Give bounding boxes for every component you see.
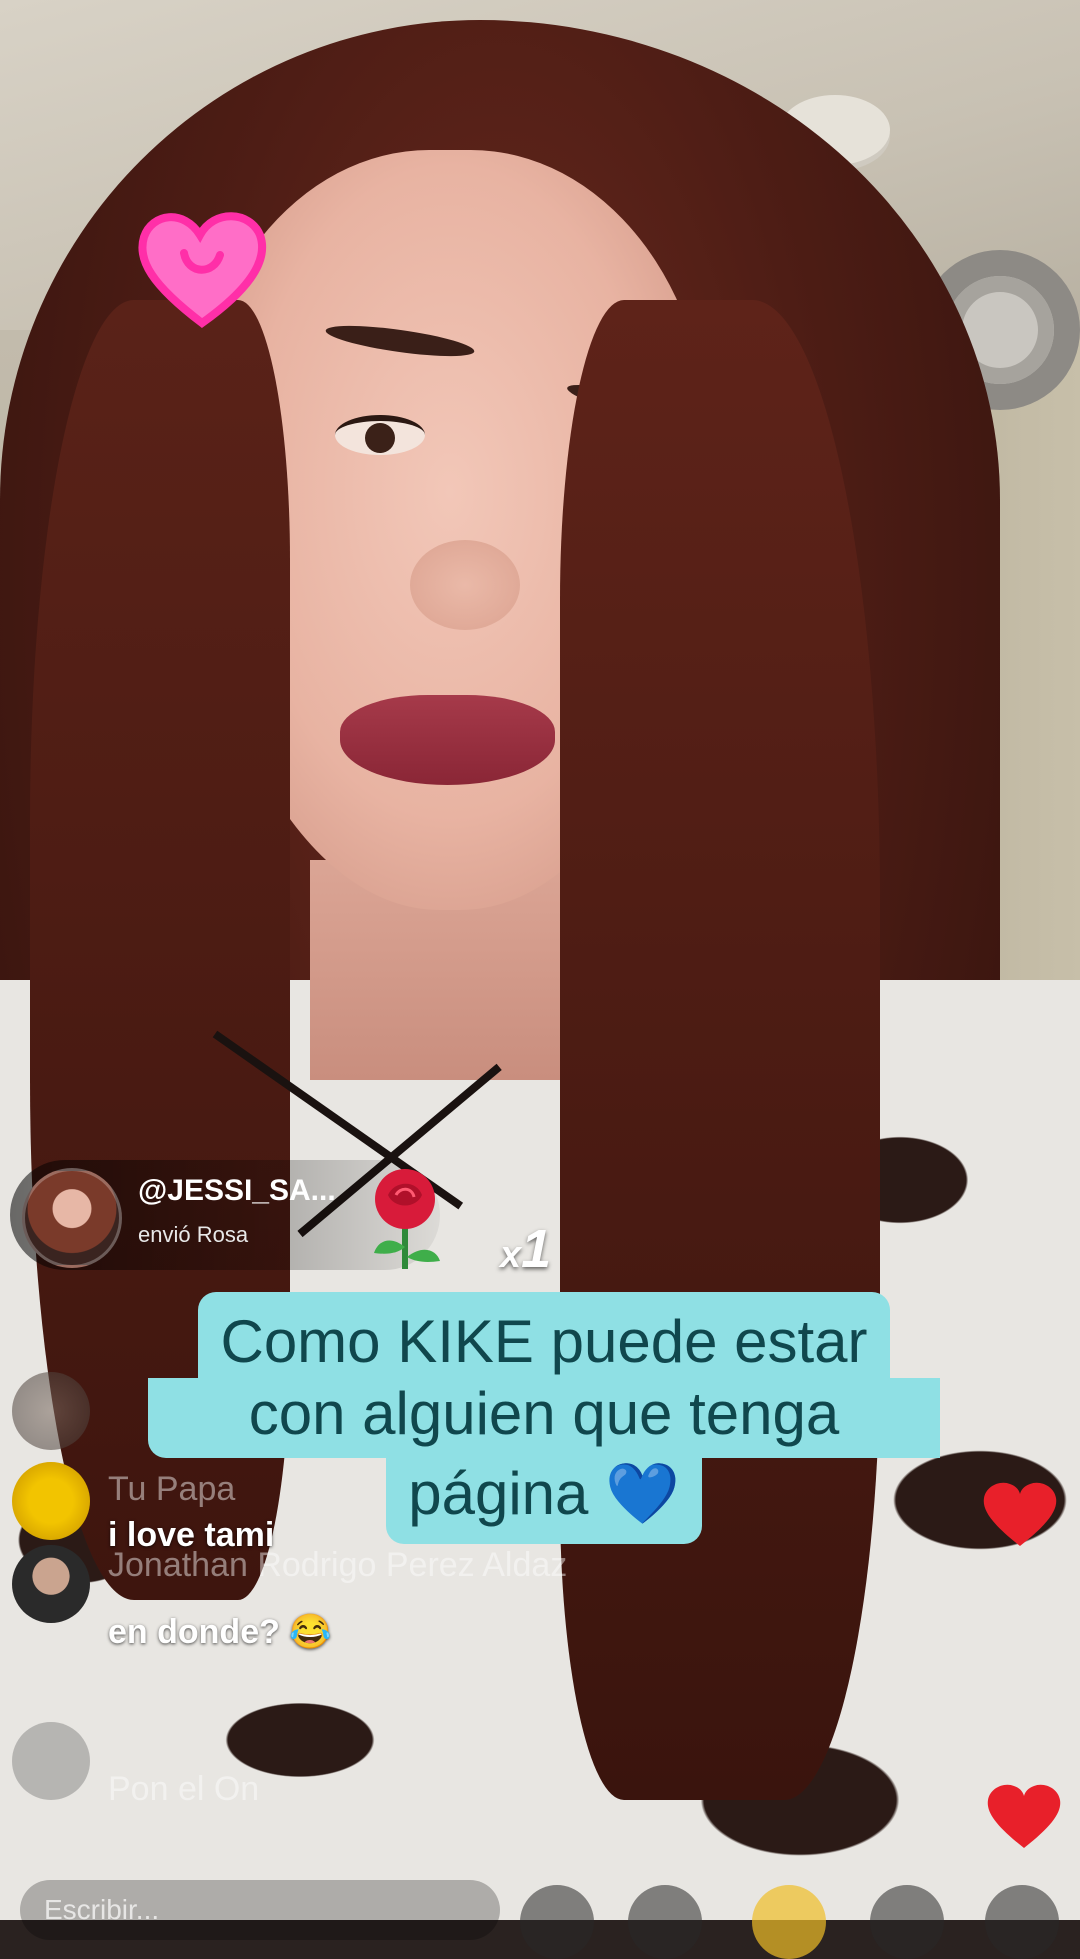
reaction-button-icon[interactable] — [752, 1885, 826, 1959]
caption-line-3: página 💙 — [386, 1458, 702, 1544]
rose-gift-icon — [374, 1169, 440, 1269]
floating-heart-icon — [983, 1482, 1057, 1546]
left-eye — [335, 415, 425, 455]
commenter-avatar[interactable] — [12, 1462, 90, 1540]
gift-action-text: envió Rosa — [138, 1222, 249, 1247]
more-button-icon[interactable] — [985, 1885, 1059, 1959]
share-button-icon[interactable] — [628, 1885, 702, 1959]
floating-heart-icon — [987, 1784, 1061, 1848]
faded-comment: Pon el On — [108, 1770, 260, 1808]
faded-comment: Jonathan Rodrigo Perez Aldaz — [108, 1546, 568, 1584]
nose — [410, 540, 520, 630]
commenter-avatar[interactable] — [12, 1722, 90, 1800]
heart-sticker-icon — [138, 212, 267, 328]
caption-line-2: con alguien que tenga — [148, 1378, 940, 1458]
commenter-avatar[interactable] — [12, 1545, 90, 1623]
caption-line-1: Como KIKE puede estar — [198, 1292, 890, 1378]
gifter-avatar[interactable] — [22, 1168, 122, 1268]
gifter-username[interactable]: @JESSI_SA... — [138, 1174, 336, 1208]
comment-input[interactable]: Escribir... — [20, 1880, 500, 1940]
comment-text: en donde? 😂 — [108, 1613, 332, 1651]
emoji-button-icon[interactable] — [520, 1885, 594, 1959]
commenter-avatar[interactable] — [12, 1372, 90, 1450]
gift-button-icon[interactable] — [870, 1885, 944, 1959]
caption-overlay: Como KIKE puede estar con alguien que te… — [148, 1292, 940, 1544]
lips — [340, 695, 555, 785]
hair-strand-right — [560, 300, 880, 1800]
gift-count: x1 — [500, 1219, 552, 1279]
